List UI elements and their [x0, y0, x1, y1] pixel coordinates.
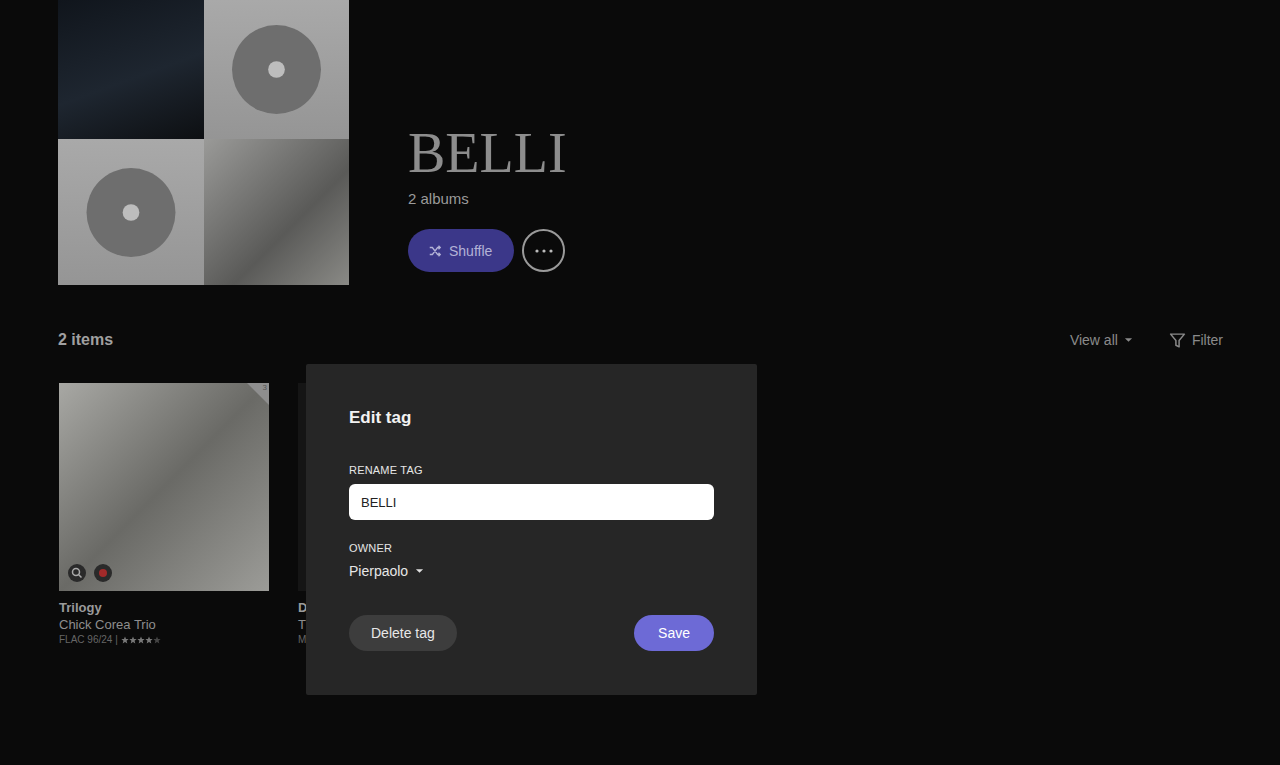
rename-label: RENAME TAG — [349, 464, 714, 476]
dialog-title: Edit tag — [349, 407, 714, 429]
caret-icon — [415, 568, 424, 574]
view-dropdown[interactable]: View all — [1070, 332, 1133, 348]
tag-page: BELLI 2 albums Shuffle 2 items View all Filte… — [0, 0, 1280, 765]
owner-dropdown[interactable]: Pierpaolo — [349, 563, 714, 579]
rename-input[interactable] — [349, 484, 714, 520]
save-button[interactable]: Save — [634, 615, 714, 651]
filter-button[interactable]: Filter — [1169, 332, 1223, 349]
star-icon — [153, 636, 161, 644]
album-title: Trilogy — [59, 600, 269, 615]
corner-badge: 3 — [247, 383, 269, 405]
tag-info: BELLI 2 albums Shuffle — [349, 0, 567, 285]
star-icon — [129, 636, 137, 644]
more-button[interactable] — [522, 229, 565, 272]
tag-header: BELLI 2 albums Shuffle — [0, 0, 1280, 285]
delete-button[interactable]: Delete tag — [349, 615, 457, 651]
dialog-buttons: Delete tag Save — [349, 615, 714, 651]
collage-tile — [204, 0, 349, 139]
items-count: 2 items — [58, 331, 113, 349]
shuffle-button[interactable]: Shuffle — [408, 229, 514, 272]
owner-label: OWNER — [349, 542, 714, 554]
star-icon — [145, 636, 153, 644]
collage-tile — [204, 139, 349, 285]
disc-icon — [58, 143, 204, 282]
funnel-icon — [1169, 332, 1186, 349]
album-count: 2 albums — [408, 190, 567, 207]
caret-icon — [1124, 337, 1133, 343]
star-icon — [137, 636, 145, 644]
items-bar: 2 items View all Filter — [0, 329, 1280, 351]
record-icon[interactable] — [93, 563, 113, 583]
album-meta: FLAC 96/24 | — [59, 634, 269, 645]
collage-tile — [58, 139, 204, 285]
album-art: 3 — [59, 383, 269, 591]
disc-icon — [204, 0, 349, 139]
album-artist: Chick Corea Trio — [59, 617, 269, 632]
action-row: Shuffle — [408, 229, 567, 272]
dots-icon — [534, 248, 554, 254]
cover-collage — [58, 0, 349, 285]
search-icon[interactable] — [67, 563, 87, 583]
album-card[interactable]: 3 Trilogy Chick Corea Trio FLAC 96/24 | — [59, 383, 269, 645]
tag-title: BELLI — [408, 122, 567, 184]
shuffle-icon — [428, 244, 442, 258]
star-icon — [121, 636, 129, 644]
edit-tag-dialog: Edit tag RENAME TAG OWNER Pierpaolo Delete t… — [306, 364, 757, 695]
collage-tile — [58, 0, 204, 139]
